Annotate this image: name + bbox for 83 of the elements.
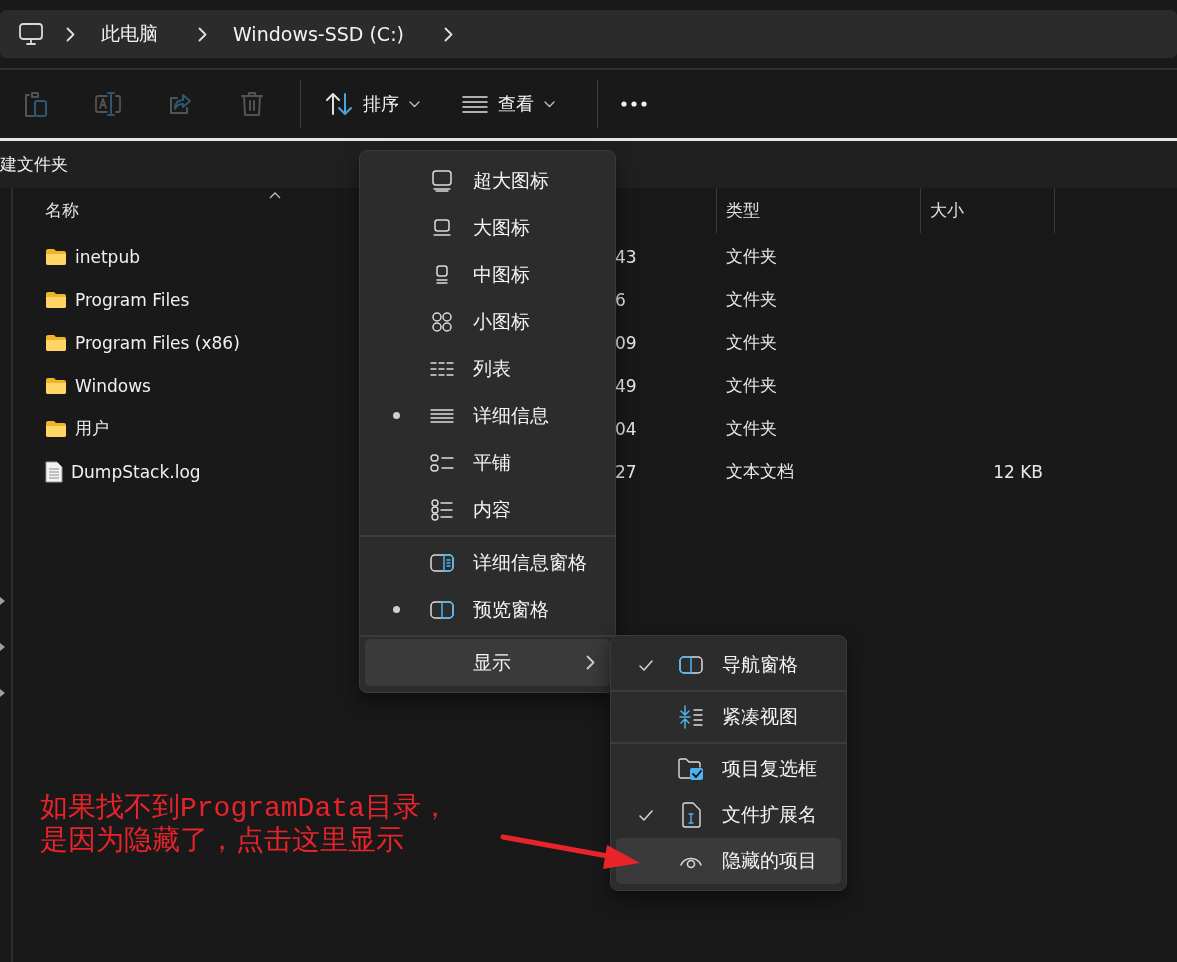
menu-item[interactable]: 大图标 xyxy=(365,204,610,251)
menu-item[interactable]: 项目复选框 xyxy=(616,746,841,792)
view-button[interactable]: 查看 xyxy=(450,80,567,128)
address-bar[interactable]: 此电脑 Windows-SSD (C:) xyxy=(0,10,1177,58)
column-header[interactable]: 大小 xyxy=(920,188,1055,233)
date-cell-text: 49 xyxy=(614,375,638,396)
date-cell-text: 43 xyxy=(614,246,638,267)
pane-icon xyxy=(430,599,454,620)
type-cell-text: 文本文档 xyxy=(725,460,795,483)
list-icon xyxy=(430,360,454,377)
date-cell-text: 09 xyxy=(614,332,638,353)
folder-icon xyxy=(45,376,67,395)
pane-icon xyxy=(430,552,454,573)
folder-icon xyxy=(45,247,67,266)
tiles-icon xyxy=(430,452,454,473)
type-cell-text: 文件夹 xyxy=(725,288,778,311)
file-icon xyxy=(681,802,701,828)
lines-icon xyxy=(462,95,488,113)
file-name[interactable]: DumpStack.log xyxy=(71,461,201,482)
chevron-icon xyxy=(66,26,75,42)
menu-item[interactable]: 详细信息 xyxy=(365,392,610,439)
sort-icon xyxy=(325,92,353,116)
menu-item[interactable]: 中图标 xyxy=(365,251,610,298)
clipboard-icon xyxy=(23,90,49,118)
computer-icon xyxy=(18,22,44,46)
pane-icon xyxy=(679,655,703,675)
menu-item[interactable]: 列表 xyxy=(365,345,610,392)
expand-arrow-icon[interactable] xyxy=(0,688,6,698)
caret-icon xyxy=(544,100,555,108)
rename-icon xyxy=(94,91,122,117)
share-icon xyxy=(167,92,193,116)
more-icon xyxy=(621,101,647,107)
menu-item[interactable]: 预览窗格 xyxy=(365,586,610,633)
file-name[interactable]: Program Files (x86) xyxy=(75,332,240,353)
column-header[interactable]: 类型 xyxy=(716,188,920,233)
monitor-icon xyxy=(433,263,451,286)
file-name[interactable]: Windows xyxy=(75,375,151,396)
size-cell-text: 12 KB xyxy=(992,461,1044,482)
monitor-icon xyxy=(432,217,452,238)
compact-icon xyxy=(678,705,704,729)
sort-caret-icon xyxy=(269,192,281,199)
type-cell-text: 文件夹 xyxy=(725,417,778,440)
annotation-text: 如果找不到ProgramData目录， xyxy=(40,792,449,825)
new-folder-label[interactable]: 建文件夹 xyxy=(0,153,68,176)
file-name[interactable]: 用户 xyxy=(75,417,109,440)
menu-item[interactable]: 内容 xyxy=(365,486,610,533)
menu-item[interactable]: 隐藏的项目 xyxy=(616,838,841,884)
lines-icon xyxy=(430,407,454,424)
menu-item[interactable]: 超大图标 xyxy=(365,157,610,204)
menu-item[interactable]: 平铺 xyxy=(365,439,610,486)
document-icon xyxy=(45,460,63,483)
monitor-icon xyxy=(431,169,453,192)
grid-icon xyxy=(431,310,453,333)
annotation-text: 是因为隐藏了，点击这里显示 xyxy=(40,825,405,858)
folder-icon xyxy=(45,419,67,438)
expand-arrow-icon[interactable] xyxy=(0,596,6,606)
menu-item[interactable]: 显示 xyxy=(365,639,610,686)
type-cell-text: 文件夹 xyxy=(725,245,778,268)
menu-item[interactable]: 详细信息窗格 xyxy=(365,539,610,586)
caret-icon xyxy=(409,100,420,108)
file-name[interactable]: inetpub xyxy=(75,246,140,267)
folder-icon xyxy=(45,290,67,309)
chevron-icon xyxy=(585,655,595,670)
file-name[interactable]: Program Files xyxy=(75,289,190,310)
menu-item[interactable]: 小图标 xyxy=(365,298,610,345)
breadcrumb-item[interactable]: Windows-SSD (C:) xyxy=(215,23,422,45)
menu-item[interactable]: 文件扩展名 xyxy=(616,792,841,838)
date-cell-text: 04 xyxy=(614,418,638,439)
expand-arrow-icon[interactable] xyxy=(0,642,6,652)
folder-checkbox-icon xyxy=(678,757,704,781)
content-list-icon xyxy=(431,498,453,521)
menu-item[interactable]: 紧凑视图 xyxy=(616,694,841,740)
type-cell-text: 文件夹 xyxy=(725,331,778,354)
sort-button[interactable]: 排序 xyxy=(313,80,432,128)
type-cell-text: 文件夹 xyxy=(725,374,778,397)
breadcrumb-item[interactable]: 此电脑 xyxy=(83,21,176,47)
chevron-icon xyxy=(198,26,207,42)
menu-item[interactable]: 导航窗格 xyxy=(616,642,841,688)
trash-icon xyxy=(240,91,264,117)
date-cell-text: 6 xyxy=(614,289,627,310)
folder-icon xyxy=(45,333,67,352)
chevron-icon xyxy=(443,26,453,42)
date-cell-text: 27 xyxy=(614,461,638,482)
